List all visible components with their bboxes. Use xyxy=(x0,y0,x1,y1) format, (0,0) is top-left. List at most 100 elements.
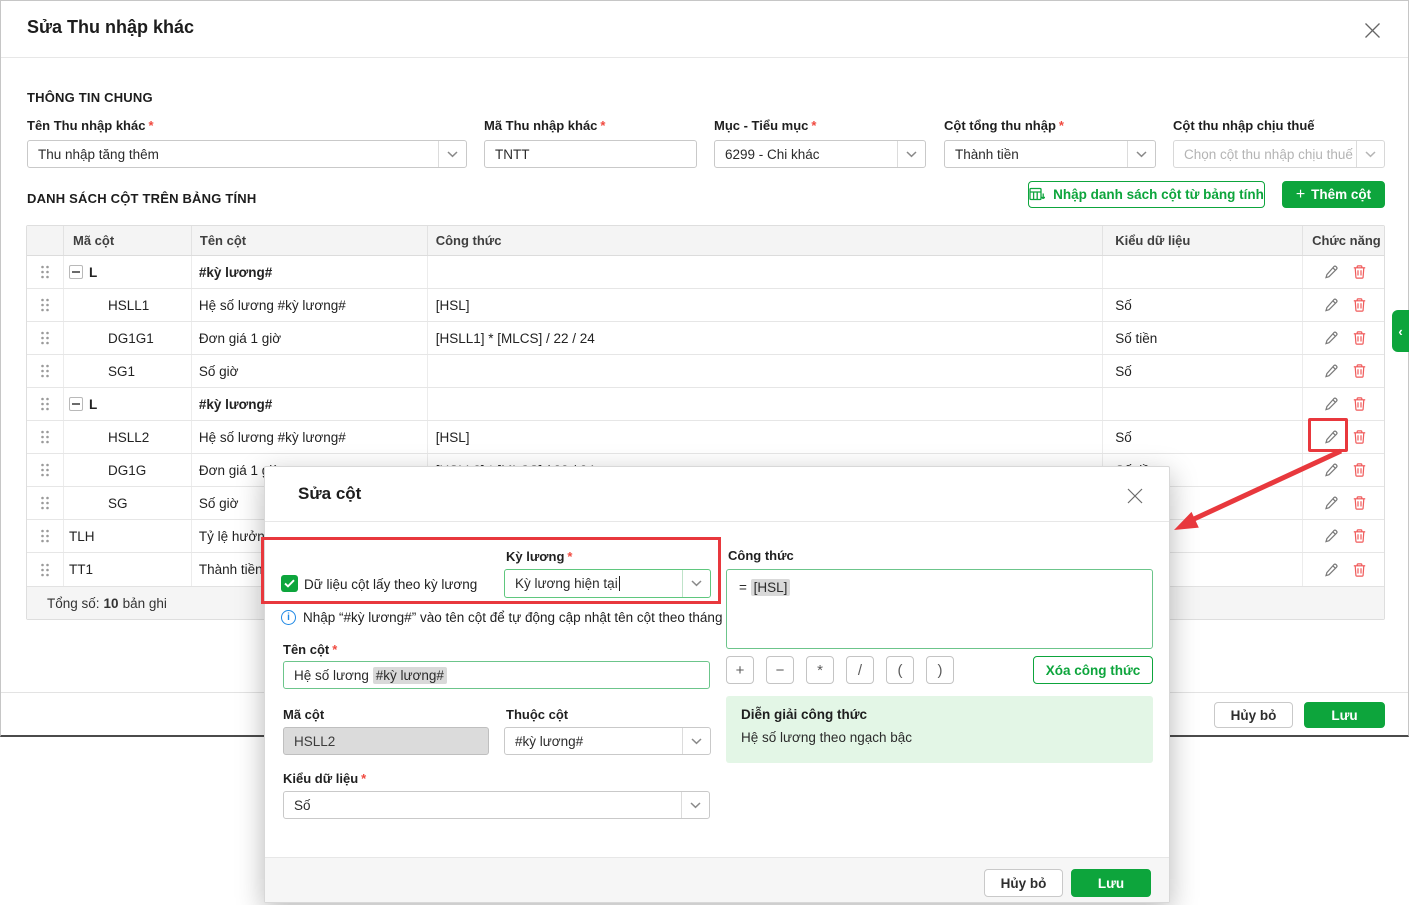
delete-icon[interactable] xyxy=(1352,429,1367,445)
cell-ma-cot: DG1G1 xyxy=(63,322,191,354)
table-row: SG1Số giờ Số xyxy=(27,355,1384,388)
cell-kieu-du-lieu xyxy=(1102,256,1302,288)
cancel-button[interactable]: Hủy bỏ xyxy=(984,869,1063,897)
record-count: 10 xyxy=(104,596,119,611)
edit-icon[interactable] xyxy=(1323,297,1339,313)
cell-cong-thuc xyxy=(427,355,1102,387)
cell-ten-cot: Hệ số lương #kỳ lương# xyxy=(191,289,427,321)
save-button[interactable]: Lưu xyxy=(1071,869,1151,897)
column-name-label: Tên cột* xyxy=(283,642,337,657)
page-title: Sửa Thu nhập khác xyxy=(27,17,194,38)
edit-icon[interactable] xyxy=(1323,363,1339,379)
operator-button[interactable]: / xyxy=(846,656,874,684)
modal-divider xyxy=(265,521,1169,522)
cell-cong-thuc: [HSL] xyxy=(427,421,1102,453)
collapse-panel-tab[interactable]: ‹ xyxy=(1392,310,1409,352)
info-icon: i xyxy=(281,610,296,625)
cell-ma-cot: SG1 xyxy=(63,355,191,387)
income-code-label: Mã Thu nhập khác* xyxy=(484,118,605,133)
cancel-button[interactable]: Hủy bỏ xyxy=(1214,702,1293,728)
clear-formula-button[interactable]: Xóa công thức xyxy=(1033,656,1153,684)
edit-icon[interactable] xyxy=(1323,528,1339,544)
save-button[interactable]: Lưu xyxy=(1304,702,1385,728)
pay-period-select[interactable]: Kỳ lương hiện tại xyxy=(504,569,711,598)
delete-icon[interactable] xyxy=(1352,396,1367,412)
chevron-down-icon xyxy=(438,141,466,167)
pay-period-checkbox-label: Dữ liệu cột lấy theo kỳ lương xyxy=(304,577,477,592)
drag-handle[interactable] xyxy=(27,256,63,288)
col-header-cong-thuc: Công thức xyxy=(427,226,1102,255)
operator-button[interactable]: ( xyxy=(886,656,914,684)
close-icon[interactable] xyxy=(1362,20,1382,40)
cell-ten-cot: #kỳ lương# xyxy=(191,388,427,420)
section-item-select[interactable]: 6299 - Chi khác xyxy=(714,140,926,168)
chevron-down-icon xyxy=(1356,141,1384,167)
formula-token-hsl: [HSL] xyxy=(751,579,791,596)
cell-ma-cot: L xyxy=(63,256,191,288)
table-row: DG1G1Đơn giá 1 giờ[HSLL1] * [MLCS] / 22 … xyxy=(27,322,1384,355)
drag-handle[interactable] xyxy=(27,388,63,420)
delete-icon[interactable] xyxy=(1352,562,1367,578)
formula-label: Công thức xyxy=(728,548,794,563)
section-column-list: DANH SÁCH CỘT TRÊN BẢNG TÍNH xyxy=(27,191,256,206)
edit-icon[interactable] xyxy=(1323,396,1339,412)
drag-handle[interactable] xyxy=(27,289,63,321)
collapse-icon[interactable] xyxy=(69,397,83,411)
edit-icon[interactable] xyxy=(1323,264,1339,280)
edit-icon[interactable] xyxy=(1323,330,1339,346)
drag-handle[interactable] xyxy=(27,454,63,486)
belongs-column-select[interactable]: #kỳ lương# xyxy=(504,727,711,755)
taxable-income-column-select[interactable]: Chọn cột thu nhập chịu thuế xyxy=(1173,140,1385,168)
close-icon[interactable] xyxy=(1125,486,1145,506)
drag-handle[interactable] xyxy=(27,520,63,552)
drag-handle[interactable] xyxy=(27,421,63,453)
chevron-down-icon xyxy=(897,141,925,167)
pay-period-checkbox[interactable] xyxy=(281,575,298,592)
delete-icon[interactable] xyxy=(1352,297,1367,313)
collapse-icon[interactable] xyxy=(69,265,83,279)
edit-icon[interactable] xyxy=(1323,495,1339,511)
delete-icon[interactable] xyxy=(1352,363,1367,379)
cell-kieu-du-lieu: Số xyxy=(1102,355,1302,387)
drag-handle-icon xyxy=(40,297,50,313)
data-type-select[interactable]: Số xyxy=(283,791,710,819)
drag-handle[interactable] xyxy=(27,487,63,519)
income-code-input[interactable]: TNTT xyxy=(484,140,697,168)
operator-button[interactable]: + xyxy=(726,656,754,684)
operator-button[interactable]: * xyxy=(806,656,834,684)
taxable-income-column-label: Cột thu nhập chịu thuế xyxy=(1173,118,1315,133)
cell-ma-cot: HSLL1 xyxy=(63,289,191,321)
operator-button[interactable]: − xyxy=(766,656,794,684)
edit-icon[interactable] xyxy=(1323,429,1339,445)
drag-handle[interactable] xyxy=(27,322,63,354)
edit-icon[interactable] xyxy=(1323,462,1339,478)
income-name-label: Tên Thu nhập khác* xyxy=(27,118,154,133)
drag-handle[interactable] xyxy=(27,355,63,387)
section-general-info: THÔNG TIN CHUNG xyxy=(27,90,153,105)
cell-kieu-du-lieu xyxy=(1102,388,1302,420)
import-columns-button[interactable]: Nhập danh sách cột từ bảng tính xyxy=(1028,181,1265,208)
total-income-column-label: Cột tổng thu nhập* xyxy=(944,118,1064,133)
delete-icon[interactable] xyxy=(1352,462,1367,478)
income-name-select[interactable]: Thu nhập tăng thêm xyxy=(27,140,467,168)
formula-explanation-panel: Diễn giải công thức Hệ số lương theo ngạ… xyxy=(726,696,1153,763)
operator-button[interactable]: ) xyxy=(926,656,954,684)
column-name-input[interactable]: Hệ số lương #kỳ lương# xyxy=(283,661,710,689)
delete-icon[interactable] xyxy=(1352,264,1367,280)
pay-period-label: Kỳ lương* xyxy=(506,549,572,564)
add-column-button[interactable]: + Thêm cột xyxy=(1282,181,1385,208)
edit-icon[interactable] xyxy=(1323,562,1339,578)
total-income-column-select[interactable]: Thành tiền xyxy=(944,140,1156,168)
drag-handle[interactable] xyxy=(27,553,63,586)
cell-ten-cot: Số giờ xyxy=(191,355,427,387)
drag-handle-icon xyxy=(40,462,50,478)
delete-icon[interactable] xyxy=(1352,528,1367,544)
drag-handle-icon xyxy=(40,562,50,578)
pay-period-chip: #kỳ lương# xyxy=(373,667,447,684)
delete-icon[interactable] xyxy=(1352,330,1367,346)
column-code-label: Mã cột xyxy=(283,707,324,722)
formula-textarea[interactable]: = [HSL] xyxy=(726,569,1153,649)
delete-icon[interactable] xyxy=(1352,495,1367,511)
cell-ma-cot: TT1 xyxy=(63,553,191,586)
drag-handle-icon xyxy=(40,495,50,511)
